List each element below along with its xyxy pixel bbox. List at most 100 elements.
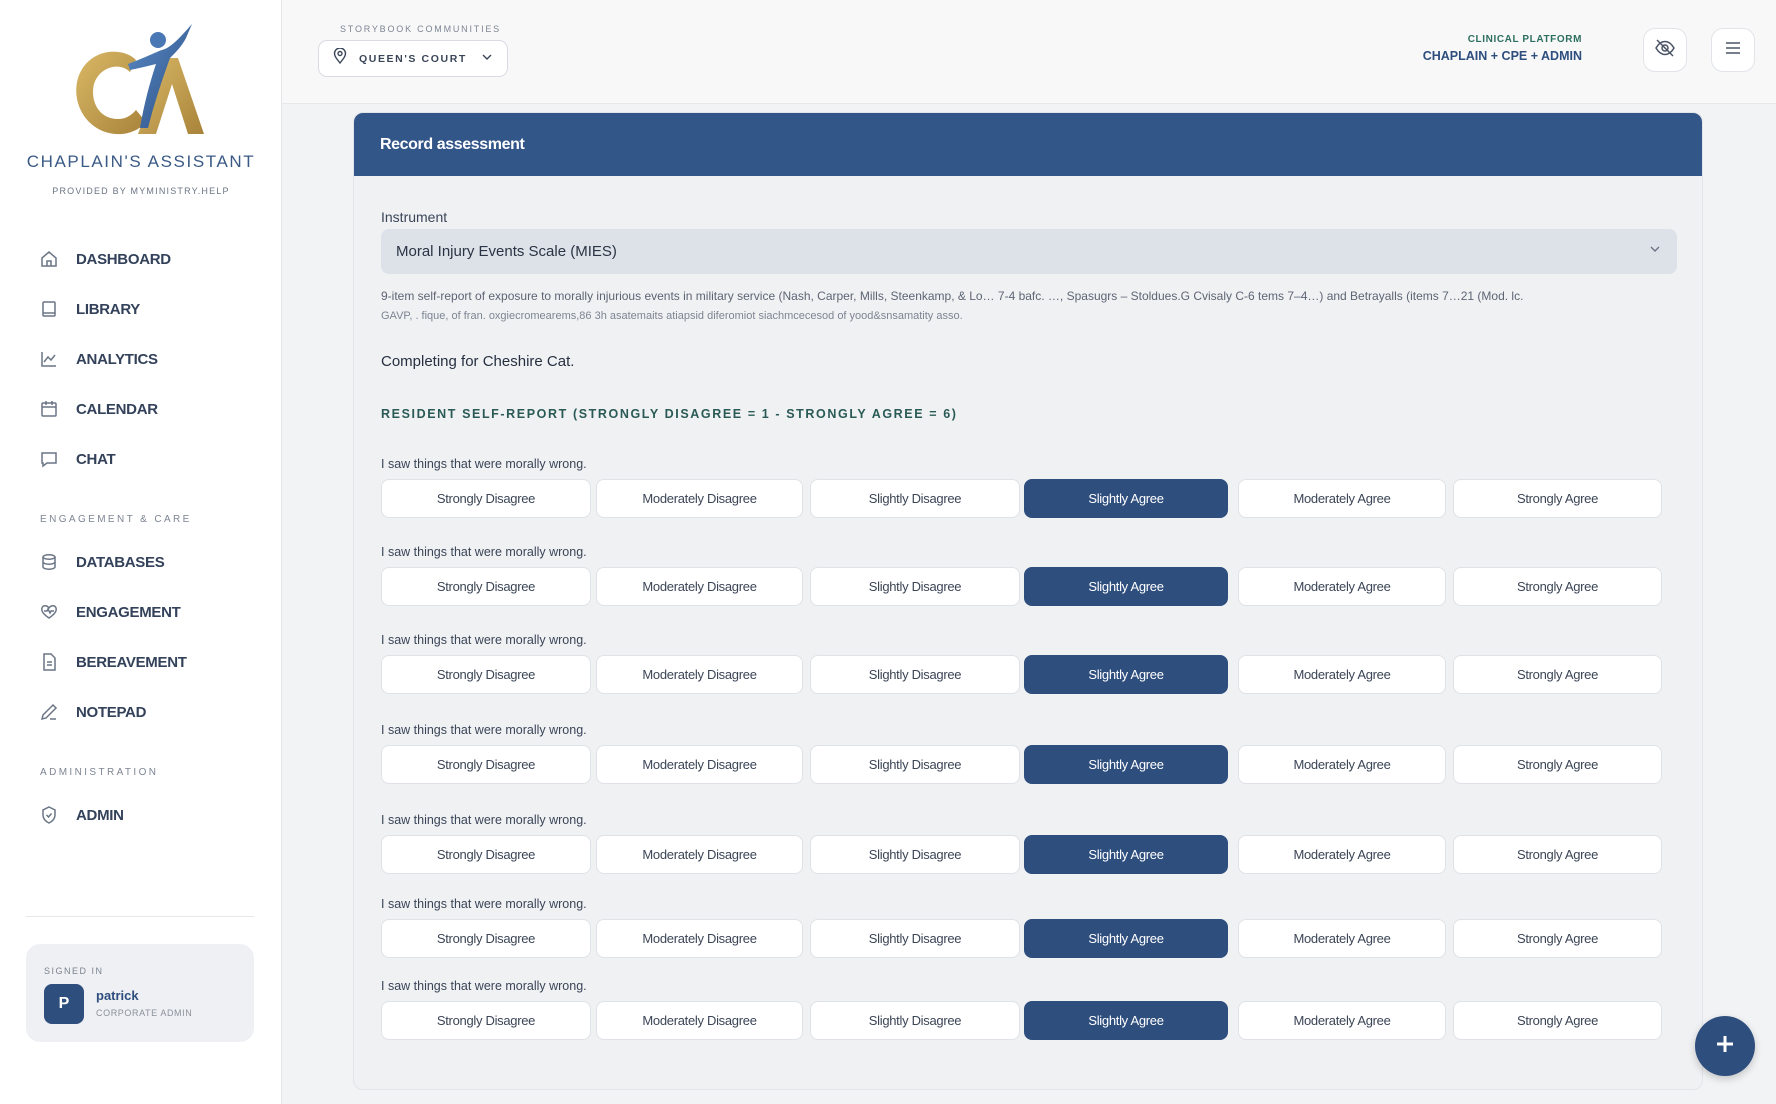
nav-notepad-label: NOTEPAD <box>76 703 147 721</box>
menu-button[interactable] <box>1711 28 1755 72</box>
avatar: P <box>44 984 84 1024</box>
nav-analytics[interactable]: ANALYTICS <box>38 344 158 374</box>
option-strongly-disagree[interactable]: Strongly Disagree <box>381 919 591 958</box>
option-strongly-disagree[interactable]: Strongly Disagree <box>381 567 591 606</box>
instrument-description: 9-item self-report of exposure to morall… <box>381 286 1681 326</box>
option-strongly-agree[interactable]: Strongly Agree <box>1453 745 1662 784</box>
question-item: I saw things that were morally wrong. Str… <box>381 813 1681 874</box>
answer-options: Strongly Disagree Moderately Disagree Slig… <box>381 567 1681 606</box>
database-icon <box>38 551 60 573</box>
nav-calendar[interactable]: CALENDAR <box>38 394 158 424</box>
nav-library[interactable]: LIBRARY <box>38 294 140 324</box>
community-selector[interactable]: QUEEN'S COURT <box>318 40 508 77</box>
instrument-value: Moral Injury Events Scale (MIES) <box>396 243 617 260</box>
eye-off-icon <box>1654 37 1676 64</box>
option-strongly-disagree[interactable]: Strongly Disagree <box>381 479 591 518</box>
option-moderately-disagree[interactable]: Moderately Disagree <box>596 835 803 874</box>
option-moderately-agree[interactable]: Moderately Agree <box>1238 655 1446 694</box>
sidebar: CHAPLAIN'S ASSISTANT PROVIDED BY MYMINIS… <box>0 0 282 1104</box>
nav-databases[interactable]: DATABASES <box>38 547 165 577</box>
option-slightly-agree[interactable]: Slightly Agree <box>1024 479 1228 518</box>
option-strongly-disagree[interactable]: Strongly Disagree <box>381 655 591 694</box>
chart-icon <box>38 348 60 370</box>
option-moderately-agree[interactable]: Moderately Agree <box>1238 1001 1446 1040</box>
option-slightly-agree[interactable]: Slightly Agree <box>1024 835 1228 874</box>
option-strongly-agree[interactable]: Strongly Agree <box>1453 567 1662 606</box>
option-slightly-disagree[interactable]: Slightly Disagree <box>810 1001 1020 1040</box>
option-slightly-agree[interactable]: Slightly Agree <box>1024 745 1228 784</box>
section-engagement-care: ENGAGEMENT & CARE <box>40 514 192 525</box>
option-strongly-agree[interactable]: Strongly Agree <box>1453 835 1662 874</box>
option-slightly-disagree[interactable]: Slightly Disagree <box>810 745 1020 784</box>
nav-dashboard[interactable]: DASHBOARD <box>38 244 171 274</box>
option-slightly-disagree[interactable]: Slightly Disagree <box>810 835 1020 874</box>
option-strongly-agree[interactable]: Strongly Agree <box>1453 655 1662 694</box>
brand-name: CHAPLAIN'S ASSISTANT <box>26 152 256 171</box>
signed-in-card[interactable]: SIGNED IN P patrick CORPORATE ADMIN <box>26 944 254 1042</box>
option-moderately-disagree[interactable]: Moderately Disagree <box>596 919 803 958</box>
option-moderately-disagree[interactable]: Moderately Disagree <box>596 479 803 518</box>
chevron-down-icon <box>1648 242 1662 261</box>
option-moderately-disagree[interactable]: Moderately Disagree <box>596 745 803 784</box>
heart-icon <box>38 601 60 623</box>
add-button[interactable] <box>1695 1016 1755 1076</box>
question-text: I saw things that were morally wrong. <box>381 457 587 471</box>
book-icon <box>38 298 60 320</box>
community-name: QUEEN'S COURT <box>359 52 467 65</box>
option-moderately-agree[interactable]: Moderately Agree <box>1238 835 1446 874</box>
option-strongly-agree[interactable]: Strongly Agree <box>1453 479 1662 518</box>
hide-visibility-button[interactable] <box>1643 28 1687 72</box>
platform-roles: CHAPLAIN + CPE + ADMIN <box>1422 49 1582 63</box>
hamburger-menu-icon <box>1723 38 1743 63</box>
document-icon <box>38 651 60 673</box>
nav-engagement[interactable]: ENGAGEMENT <box>38 597 181 627</box>
question-item: I saw things that were morally wrong. Str… <box>381 457 1681 518</box>
nav-notepad[interactable]: NOTEPAD <box>38 697 146 727</box>
option-slightly-disagree[interactable]: Slightly Disagree <box>810 479 1020 518</box>
option-strongly-disagree[interactable]: Strongly Disagree <box>381 1001 591 1040</box>
answer-options: Strongly Disagree Moderately Disagree Slig… <box>381 655 1681 694</box>
description-line-1: 9-item self-report of exposure to morall… <box>381 289 1524 303</box>
pencil-icon <box>38 701 60 723</box>
option-strongly-disagree[interactable]: Strongly Disagree <box>381 745 591 784</box>
option-moderately-agree[interactable]: Moderately Agree <box>1238 745 1446 784</box>
description-line-2: GAVP, . fique, of fran. oxgiecromearems,… <box>381 310 963 322</box>
location-pin-icon <box>333 47 347 69</box>
nav-chat[interactable]: CHAT <box>38 444 116 474</box>
user-role: CORPORATE ADMIN <box>96 1008 193 1018</box>
nav-chat-label: CHAT <box>76 450 116 468</box>
option-slightly-disagree[interactable]: Slightly Disagree <box>810 919 1020 958</box>
nav-library-label: LIBRARY <box>76 300 141 318</box>
option-moderately-disagree[interactable]: Moderately Disagree <box>596 655 803 694</box>
option-strongly-agree[interactable]: Strongly Agree <box>1453 1001 1662 1040</box>
option-moderately-agree[interactable]: Moderately Agree <box>1238 919 1446 958</box>
nav-bereavement[interactable]: BEREAVEMENT <box>38 647 187 677</box>
option-moderately-agree[interactable]: Moderately Agree <box>1238 479 1446 518</box>
chevron-down-icon <box>481 50 493 68</box>
community-caption: STORYBOOK COMMUNITIES <box>340 24 501 34</box>
instrument-select[interactable]: Moral Injury Events Scale (MIES) <box>381 229 1677 274</box>
option-slightly-agree[interactable]: Slightly Agree <box>1024 655 1228 694</box>
section-administration: ADMINISTRATION <box>40 767 159 778</box>
option-strongly-agree[interactable]: Strongly Agree <box>1453 919 1662 958</box>
option-slightly-disagree[interactable]: Slightly Disagree <box>810 655 1020 694</box>
option-strongly-disagree[interactable]: Strongly Disagree <box>381 835 591 874</box>
option-moderately-disagree[interactable]: Moderately Disagree <box>596 1001 803 1040</box>
option-slightly-agree[interactable]: Slightly Agree <box>1024 919 1228 958</box>
option-slightly-agree[interactable]: Slightly Agree <box>1024 1001 1228 1040</box>
record-assessment-card: Record assessment Instrument Moral Injur… <box>353 112 1703 1090</box>
completing-for-text: Completing for Cheshire Cat. <box>381 353 575 370</box>
platform-info: CLINICAL PLATFORM CHAPLAIN + CPE + ADMIN <box>1423 34 1582 63</box>
home-icon <box>38 248 60 270</box>
question-item: I saw things that were morally wrong. Str… <box>381 633 1681 694</box>
question-item: I saw things that were morally wrong. Str… <box>381 723 1681 784</box>
platform-title: CLINICAL PLATFORM <box>1467 34 1582 45</box>
option-slightly-agree[interactable]: Slightly Agree <box>1024 567 1228 606</box>
option-moderately-agree[interactable]: Moderately Agree <box>1238 567 1446 606</box>
option-slightly-disagree[interactable]: Slightly Disagree <box>810 567 1020 606</box>
instrument-label: Instrument <box>381 209 448 225</box>
option-moderately-disagree[interactable]: Moderately Disagree <box>596 567 803 606</box>
nav-engagement-label: ENGAGEMENT <box>76 603 181 621</box>
nav-admin[interactable]: ADMIN <box>38 800 124 830</box>
chat-icon <box>38 448 60 470</box>
